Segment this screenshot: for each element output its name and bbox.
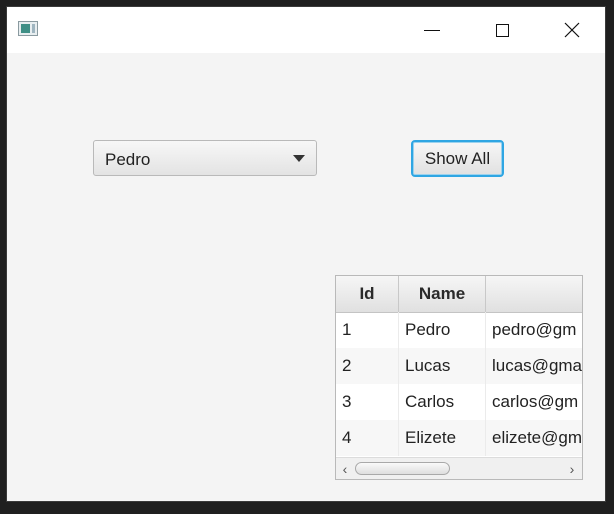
cell-id: 1 bbox=[336, 312, 399, 348]
title-bar[interactable] bbox=[7, 7, 605, 53]
cell-email: carlos@gm bbox=[486, 384, 582, 420]
cell-id: 4 bbox=[336, 420, 399, 456]
cell-name: Pedro bbox=[399, 312, 486, 348]
maximize-button[interactable] bbox=[479, 7, 525, 53]
scroll-right-icon[interactable]: › bbox=[566, 461, 578, 477]
column-header-id[interactable]: Id bbox=[336, 276, 399, 312]
users-table[interactable]: Id Name 1 Pedro pedro@gm 2 Lucas lucas@g… bbox=[335, 275, 583, 480]
horizontal-scrollbar[interactable]: ‹ › bbox=[336, 457, 582, 479]
cell-name: Lucas bbox=[399, 348, 486, 384]
main-content: Pedro Show All Id Name 1 Pedro pedro@gm … bbox=[7, 53, 605, 501]
table-row[interactable]: 4 Elizete elizete@gm bbox=[336, 420, 582, 456]
scroll-left-icon[interactable]: ‹ bbox=[339, 461, 351, 477]
column-header-email[interactable] bbox=[486, 276, 582, 312]
cell-id: 3 bbox=[336, 384, 399, 420]
cell-email: lucas@gma bbox=[486, 348, 582, 384]
show-all-button[interactable]: Show All bbox=[411, 140, 504, 177]
cell-email: elizete@gm bbox=[486, 420, 582, 456]
combo-selected-value: Pedro bbox=[105, 150, 151, 169]
cell-name: Carlos bbox=[399, 384, 486, 420]
app-window: Pedro Show All Id Name 1 Pedro pedro@gm … bbox=[6, 6, 606, 502]
name-combo-box[interactable]: Pedro bbox=[93, 140, 317, 176]
minimize-icon bbox=[424, 29, 440, 31]
scrollbar-thumb[interactable] bbox=[355, 462, 450, 475]
close-icon bbox=[564, 22, 580, 38]
maximize-icon bbox=[495, 23, 509, 37]
table-row[interactable]: 1 Pedro pedro@gm bbox=[336, 312, 582, 348]
minimize-button[interactable] bbox=[409, 7, 455, 53]
close-button[interactable] bbox=[549, 7, 595, 53]
app-icon bbox=[18, 21, 38, 36]
cell-id: 2 bbox=[336, 348, 399, 384]
table-row[interactable]: 2 Lucas lucas@gma bbox=[336, 348, 582, 384]
table-header: Id Name bbox=[336, 276, 582, 313]
column-header-name[interactable]: Name bbox=[399, 276, 486, 312]
cell-email: pedro@gm bbox=[486, 312, 582, 348]
dropdown-arrow-icon[interactable] bbox=[293, 155, 305, 162]
table-row[interactable]: 3 Carlos carlos@gm bbox=[336, 384, 582, 420]
cell-name: Elizete bbox=[399, 420, 486, 456]
